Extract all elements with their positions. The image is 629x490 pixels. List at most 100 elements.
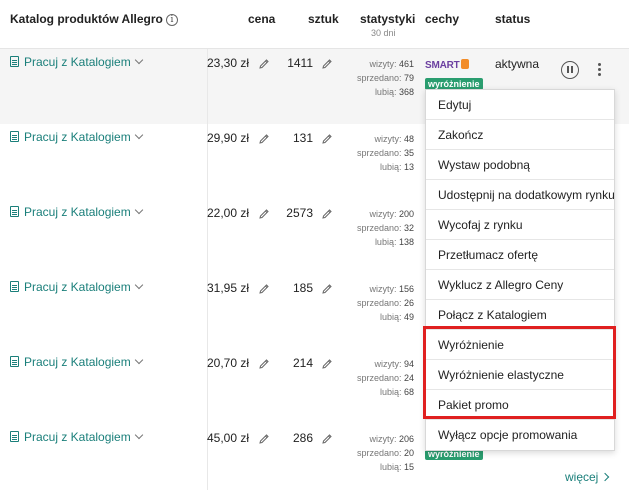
pause-icon[interactable] <box>561 61 579 79</box>
chevron-right-icon <box>601 472 610 482</box>
stat-likes: lubią: 68 <box>357 385 414 399</box>
stat-likes-value: 368 <box>398 87 414 97</box>
catalog-link[interactable]: Pracuj z Katalogiem <box>10 355 143 369</box>
stat-sold-value: 26 <box>403 298 414 308</box>
smart-logo-text: SMART <box>425 60 460 71</box>
stat-visits: wizyty: 48 <box>357 132 414 146</box>
quantity-value: 1411 <box>287 56 313 70</box>
more-link[interactable]: więcej <box>565 470 610 484</box>
edit-quantity-pencil-icon[interactable] <box>321 433 333 445</box>
edit-price-pencil-icon[interactable] <box>258 133 270 145</box>
catalog-link[interactable]: Pracuj z Katalogiem <box>10 130 143 144</box>
catalog-link[interactable]: Pracuj z Katalogiem <box>10 55 143 69</box>
menu-item-wycofaj[interactable]: Wycofaj z rynku <box>426 210 614 240</box>
stat-visits-label: wizyty: <box>374 134 402 144</box>
stat-visits: wizyty: 461 <box>357 57 414 71</box>
stat-visits-label: wizyty: <box>369 59 397 69</box>
document-icon <box>10 56 19 67</box>
statistics: wizyty: 48 sprzedano: 35 lubią: 13 <box>357 132 414 174</box>
stat-likes: lubią: 368 <box>357 85 414 99</box>
stat-visits: wizyty: 200 <box>357 207 414 221</box>
stat-likes-value: 13 <box>403 162 414 172</box>
stat-likes-value: 68 <box>403 387 414 397</box>
document-icon <box>10 131 19 142</box>
info-icon[interactable]: i <box>165 14 178 26</box>
stat-visits-value: 206 <box>398 434 414 444</box>
promotion-options-highlight <box>423 326 616 419</box>
edit-quantity-pencil-icon[interactable] <box>321 283 333 295</box>
stat-visits-value: 461 <box>398 59 414 69</box>
price-value: 20,70 zł <box>206 356 249 370</box>
menu-item-udostepnij[interactable]: Udostępnij na dodatkowym rynku <box>426 180 615 210</box>
stat-likes-label: lubią: <box>379 462 402 472</box>
stat-likes-label: lubią: <box>374 87 397 97</box>
catalog-link[interactable]: Pracuj z Katalogiem <box>10 430 143 444</box>
header-statystyki-period: 30 dni <box>371 28 396 38</box>
stat-sold-label: sprzedano: <box>356 223 402 233</box>
kebab-icon[interactable] <box>598 63 602 77</box>
stat-sold: sprzedano: 20 <box>357 446 414 460</box>
catalog-link-label: Pracuj z Katalogiem <box>24 205 131 219</box>
header-sztuk[interactable]: sztuk <box>308 12 339 26</box>
edit-price-pencil-icon[interactable] <box>258 283 270 295</box>
menu-item-zakoncz[interactable]: Zakończ <box>426 120 614 150</box>
stat-likes: lubią: 15 <box>357 460 414 474</box>
catalog-link[interactable]: Pracuj z Katalogiem <box>10 280 143 294</box>
document-icon <box>10 281 19 292</box>
stat-sold-label: sprzedano: <box>356 298 402 308</box>
statistics: wizyty: 156 sprzedano: 26 lubią: 49 <box>357 282 414 324</box>
quantity-value: 214 <box>292 356 313 370</box>
more-label: więcej <box>565 470 599 484</box>
statistics: wizyty: 461 sprzedano: 79 lubią: 368 <box>357 57 414 99</box>
edit-price-pencil-icon[interactable] <box>258 58 270 70</box>
stat-sold-label: sprzedano: <box>356 73 402 83</box>
menu-item-edytuj[interactable]: Edytuj <box>426 90 614 120</box>
price-value: 31,95 zł <box>206 281 249 295</box>
stat-visits-value: 156 <box>398 284 414 294</box>
chevron-down-icon <box>134 130 143 140</box>
stat-likes-label: lubią: <box>374 237 397 247</box>
catalog-link-label: Pracuj z Katalogiem <box>24 280 131 294</box>
stat-visits: wizyty: 94 <box>357 357 414 371</box>
statistics: wizyty: 94 sprzedano: 24 lubią: 68 <box>357 357 414 399</box>
menu-item-wylacz-promowanie[interactable]: Wyłącz opcje promowania <box>426 420 614 450</box>
menu-item-wystaw-podobna[interactable]: Wystaw podobną <box>426 150 614 180</box>
stat-likes: lubią: 138 <box>357 235 414 249</box>
stat-sold-value: 24 <box>403 373 414 383</box>
chevron-down-icon <box>134 280 143 290</box>
catalog-link-label: Pracuj z Katalogiem <box>24 130 131 144</box>
stat-likes-label: lubią: <box>379 387 402 397</box>
catalog-link[interactable]: Pracuj z Katalogiem <box>10 205 143 219</box>
edit-quantity-pencil-icon[interactable] <box>321 133 333 145</box>
edit-quantity-pencil-icon[interactable] <box>321 58 333 70</box>
document-icon <box>10 206 19 217</box>
stat-visits: wizyty: 206 <box>357 432 414 446</box>
chevron-down-icon <box>134 430 143 440</box>
quantity-value: 286 <box>292 431 313 445</box>
header-statystyki[interactable]: statystyki <box>360 12 415 26</box>
chevron-down-icon <box>134 205 143 215</box>
stat-visits-label: wizyty: <box>369 284 397 294</box>
edit-price-pencil-icon[interactable] <box>258 208 270 220</box>
smart-bolt-icon <box>460 59 469 69</box>
stat-sold-value: 32 <box>403 223 414 233</box>
stat-sold-value: 35 <box>403 148 414 158</box>
edit-price-pencil-icon[interactable] <box>258 358 270 370</box>
header-cena[interactable]: cena <box>248 12 275 26</box>
catalog-link-label: Pracuj z Katalogiem <box>24 355 131 369</box>
stat-sold: sprzedano: 32 <box>357 221 414 235</box>
stat-likes-value: 138 <box>398 237 414 247</box>
smart-logo: SMART <box>425 59 469 71</box>
stat-visits-label: wizyty: <box>374 359 402 369</box>
edit-quantity-pencil-icon[interactable] <box>321 358 333 370</box>
edit-price-pencil-icon[interactable] <box>258 433 270 445</box>
stat-likes: lubią: 13 <box>357 160 414 174</box>
menu-item-przetlumacz[interactable]: Przetłumacz ofertę <box>426 240 614 270</box>
stat-sold-value: 79 <box>403 73 414 83</box>
stat-visits-value: 94 <box>403 359 414 369</box>
menu-item-wyklucz[interactable]: Wyklucz z Allegro Ceny <box>426 270 614 300</box>
edit-quantity-pencil-icon[interactable] <box>321 208 333 220</box>
stat-likes-label: lubią: <box>379 312 402 322</box>
status-value: aktywna <box>495 57 540 71</box>
chevron-down-icon <box>134 355 143 365</box>
